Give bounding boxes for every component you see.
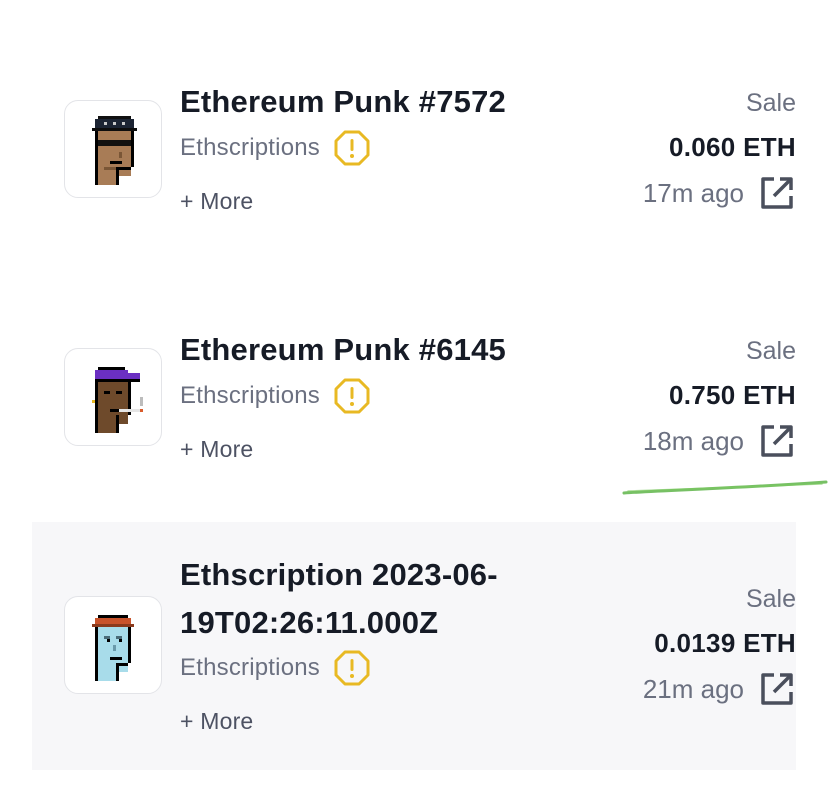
- sale-info: Sale 0.0139 ETH 21m ago: [643, 584, 796, 708]
- item-title[interactable]: Ethereum Punk #6145: [180, 326, 506, 373]
- item-title-line-1: Ethscription 2023-06-: [180, 557, 498, 592]
- external-link-icon[interactable]: [758, 422, 796, 460]
- time-ago: 18m ago: [642, 425, 744, 456]
- time-ago: 17m ago: [642, 177, 744, 208]
- collection-row: Ethscriptions: [180, 650, 370, 686]
- collection-name[interactable]: Ethscriptions: [180, 134, 320, 162]
- item-title-line-2: 19T02:26:11.000Z: [180, 605, 439, 640]
- activity-item[interactable]: Ethscription 2023-06- 19T02:26:11.000Z E…: [32, 522, 796, 770]
- warning-octagon-icon[interactable]: [334, 378, 370, 414]
- nft-thumbnail[interactable]: [64, 348, 162, 446]
- punk-image: [92, 367, 143, 433]
- external-link-icon[interactable]: [758, 670, 796, 708]
- punk-image: [92, 615, 134, 681]
- event-kind: Sale: [745, 337, 796, 365]
- sale-price: 0.750 ETH: [669, 380, 796, 410]
- time-row: 17m ago: [643, 174, 796, 212]
- warning-octagon-icon[interactable]: [334, 650, 370, 686]
- sale-info: Sale 0.060 ETH 17m ago: [643, 88, 796, 212]
- sale-price: 0.0139 ETH: [654, 628, 796, 658]
- more-button[interactable]: + More: [180, 708, 253, 735]
- more-button[interactable]: + More: [180, 436, 253, 463]
- green-annotation-stroke: [622, 480, 828, 495]
- activity-item[interactable]: Ethereum Punk #7572 Ethscriptions + More…: [32, 70, 796, 240]
- nft-thumbnail[interactable]: [64, 596, 162, 694]
- event-kind: Sale: [745, 89, 796, 117]
- punk-image: [92, 116, 137, 185]
- activity-item[interactable]: Ethereum Punk #6145 Ethscriptions + More…: [32, 318, 796, 488]
- item-title[interactable]: Ethscription 2023-06- 19T02:26:11.000Z: [180, 551, 498, 647]
- activity-list: Ethereum Punk #7572 Ethscriptions + More…: [0, 0, 828, 790]
- time-ago: 21m ago: [642, 673, 744, 704]
- time-row: 21m ago: [643, 670, 796, 708]
- item-title[interactable]: Ethereum Punk #7572: [180, 78, 506, 125]
- collection-name[interactable]: Ethscriptions: [180, 382, 320, 410]
- sale-price: 0.060 ETH: [669, 132, 796, 162]
- collection-row: Ethscriptions: [180, 378, 370, 414]
- collection-name[interactable]: Ethscriptions: [180, 654, 320, 682]
- external-link-icon[interactable]: [758, 174, 796, 212]
- warning-octagon-icon[interactable]: [334, 130, 370, 166]
- collection-row: Ethscriptions: [180, 130, 370, 166]
- time-row: 18m ago: [643, 422, 796, 460]
- event-kind: Sale: [745, 585, 796, 613]
- more-button[interactable]: + More: [180, 188, 253, 215]
- nft-thumbnail[interactable]: [64, 100, 162, 198]
- sale-info: Sale 0.750 ETH 18m ago: [643, 336, 796, 460]
